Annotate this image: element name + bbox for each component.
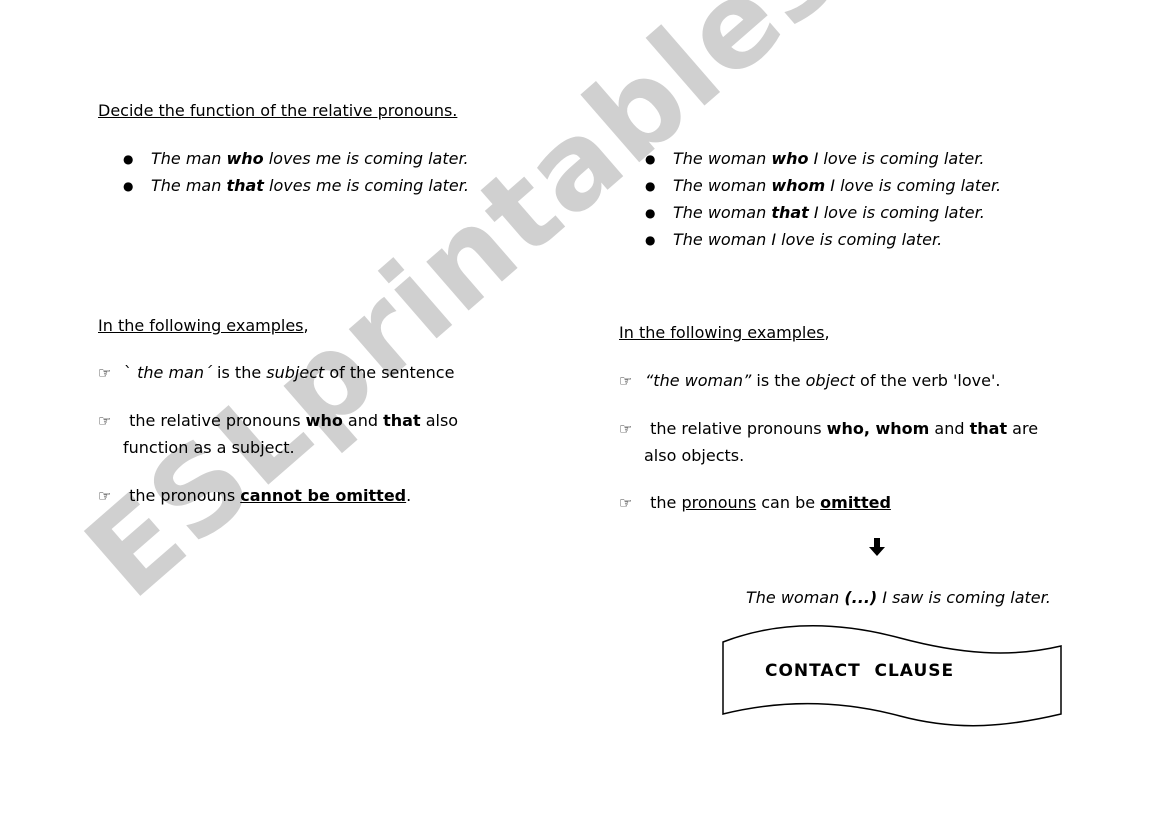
text-segment: omitted (820, 493, 891, 512)
arrow-down-icon (869, 538, 885, 556)
text-segment: pronouns (681, 493, 757, 512)
contact-clause-example: The woman (...) I saw is coming later. (746, 588, 1051, 608)
text-segment: The woman (746, 588, 845, 607)
text-segment: I love is coming later. (808, 149, 985, 168)
text-segment: that (383, 411, 421, 430)
text-segment: also objects. (644, 446, 745, 465)
text-segment: I love is coming later. (808, 203, 985, 222)
title-text: Decide the function of the relative pron… (98, 101, 458, 120)
text-segment: of the verb 'love'. (854, 371, 1001, 390)
text-segment: subject (266, 363, 325, 382)
text-segment: The woman (673, 149, 772, 168)
text-segment: I saw is coming later. (877, 588, 1051, 607)
text-segment: The woman (673, 176, 772, 195)
left-point-continuation: function as a subject. (123, 438, 295, 458)
bullet: ● (123, 179, 134, 193)
left-heading: In the following examples, (98, 316, 309, 336)
text-segment: The man (151, 149, 227, 168)
right-point-continuation: also objects. (644, 446, 744, 466)
text-segment: ` (124, 363, 138, 382)
text-segment: is the (751, 371, 806, 390)
text-segment: the relative pronouns (124, 411, 306, 430)
text-segment: also (420, 411, 459, 430)
text-segment: The woman I love is coming later. (673, 230, 943, 249)
bullet: ● (645, 152, 656, 166)
example-sentence: The man that loves me is coming later. (151, 176, 469, 196)
text-segment: the pronouns (124, 486, 241, 505)
example-sentence: The woman I love is coming later. (673, 230, 942, 250)
text-segment: function as a subject. (123, 438, 295, 457)
right-point: ☞ the relative pronouns who, whom and th… (619, 419, 1038, 439)
worksheet-title: Decide the function of the relative pron… (98, 101, 457, 121)
left-point: ☞ the relative pronouns who and that als… (98, 411, 458, 431)
text-segment: that (969, 419, 1008, 438)
text-segment: cannot be omitted (240, 486, 407, 505)
text-segment: , (824, 323, 830, 342)
text-segment: are (1007, 419, 1039, 438)
text-segment: . (406, 486, 412, 505)
text-segment: (...) (844, 588, 878, 607)
text-segment: loves me is coming later. (263, 149, 469, 168)
text-segment: In the following examples (98, 316, 304, 335)
text-segment: “the woman” (645, 371, 752, 390)
text-segment: of the sentence (324, 363, 455, 382)
pointing-hand-icon: ☞ (619, 372, 633, 390)
text-segment: In the following examples (619, 323, 825, 342)
text-segment: The woman (673, 203, 772, 222)
bullet: ● (645, 206, 656, 220)
text-segment: who (226, 149, 264, 168)
text-segment: who (305, 411, 343, 430)
text-segment: , (303, 316, 309, 335)
pointing-hand-icon: ☞ (98, 364, 112, 382)
example-sentence: The woman who I love is coming later. (673, 149, 984, 169)
left-point: ☞ the pronouns cannot be omitted. (98, 486, 411, 506)
text-segment: who, whom (826, 419, 930, 438)
text-segment: that (226, 176, 264, 195)
pointing-hand-icon: ☞ (98, 412, 112, 430)
pointing-hand-icon: ☞ (98, 487, 112, 505)
text-segment: object (805, 371, 855, 390)
text-segment: is the (211, 363, 267, 382)
text-segment: can be (756, 493, 821, 512)
bullet: ● (645, 179, 656, 193)
bullet: ● (645, 233, 656, 247)
left-point: ☞ ` the man´ is the subject of the senten… (98, 363, 454, 383)
text-segment: The man (151, 176, 227, 195)
example-sentence: The woman whom I love is coming later. (673, 176, 1001, 196)
bullet: ● (123, 152, 134, 166)
text-segment: that (771, 203, 809, 222)
banner-label: CONTACT CLAUSE (765, 661, 955, 681)
right-heading: In the following examples, (619, 323, 830, 343)
right-point: ☞ “the woman” is the object of the verb '… (619, 371, 1000, 391)
right-point: ☞ the pronouns can be omitted (619, 493, 891, 513)
text-segment: I love is coming later. (825, 176, 1002, 195)
example-sentence: The woman that I love is coming later. (673, 203, 985, 223)
text-segment: whom (771, 176, 826, 195)
text-segment: who (771, 149, 809, 168)
text-segment: and (342, 411, 384, 430)
text-segment: and (929, 419, 970, 438)
pointing-hand-icon: ☞ (619, 494, 633, 512)
text-segment: loves me is coming later. (263, 176, 469, 195)
text-segment: the relative pronouns (645, 419, 827, 438)
pointing-hand-icon: ☞ (619, 420, 633, 438)
text-segment: the man´ (137, 363, 212, 382)
example-sentence: The man who loves me is coming later. (151, 149, 469, 169)
text-segment: the (645, 493, 682, 512)
